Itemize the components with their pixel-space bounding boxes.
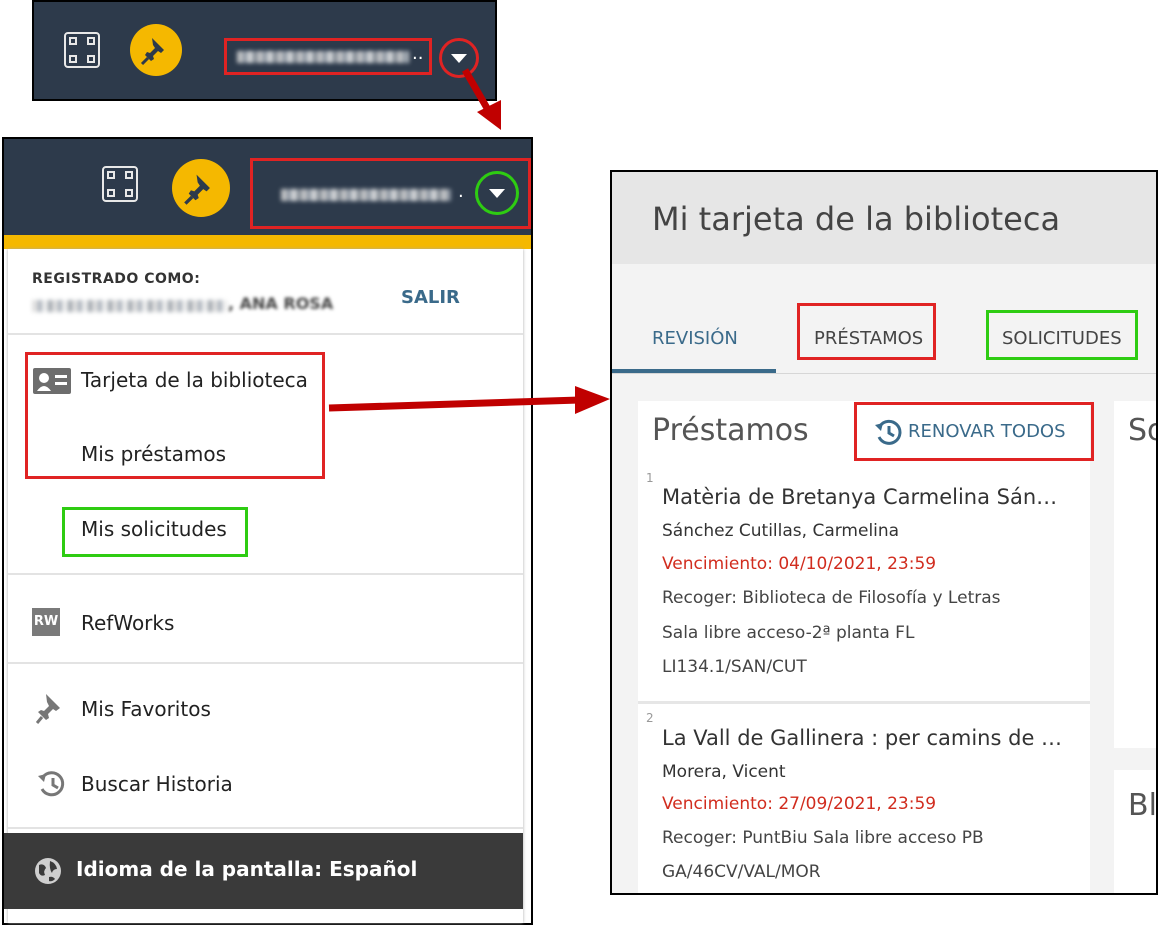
- collapsed-header: ..: [32, 0, 497, 101]
- loan-location: Sala libre acceso-2ª planta FL: [662, 623, 915, 643]
- expanded-header: .: [4, 139, 531, 235]
- loan-index: 1: [646, 471, 654, 485]
- tab-loans[interactable]: PRÉSTAMOS: [814, 328, 923, 349]
- loan-title[interactable]: La Vall de Gallinera : per camins de …: [662, 726, 1062, 750]
- arrow-to-card: [328, 386, 610, 414]
- loans-heading: Préstamos: [652, 413, 809, 448]
- loan-divider: [638, 701, 1090, 704]
- chevron-down-icon: [489, 189, 505, 198]
- divider: [8, 573, 523, 575]
- loan-due-date: Vencimiento: 27/09/2021, 23:59: [662, 794, 937, 814]
- pin-button[interactable]: [172, 159, 230, 217]
- tab-requests[interactable]: SOLICITUDES: [1002, 328, 1122, 349]
- library-card-panel: Mi tarjeta de la biblioteca REVISIÓN PRÉ…: [610, 170, 1158, 895]
- loan-callnumber: GA/46CV/VAL/MOR: [662, 862, 821, 882]
- user-name-blurred: [237, 51, 409, 63]
- loans-card: Préstamos RENOVAR TODOS 1 Matèria de Bre…: [638, 401, 1094, 893]
- accent-bar: [4, 235, 531, 249]
- menu-item-refworks[interactable]: RefWorks: [81, 611, 174, 635]
- dropdown-toggle[interactable]: [475, 171, 519, 215]
- loan-callnumber: LI134.1/SAN/CUT: [662, 657, 807, 677]
- logged-user-suffix: , ANA ROSA: [228, 294, 334, 313]
- card-title: Mi tarjeta de la biblioteca: [652, 200, 1061, 238]
- pin-icon: [184, 174, 210, 205]
- language-label: Idioma de la pantalla: Español: [76, 857, 418, 881]
- menu-item-favorites[interactable]: Mis Favoritos: [81, 697, 211, 721]
- user-name-box[interactable]: .: [250, 158, 531, 229]
- history-icon: [38, 771, 65, 797]
- side-heading-2: Bl: [1128, 788, 1157, 823]
- ellipsis: ..: [412, 43, 424, 64]
- menu-item-search-history[interactable]: Buscar Historia: [81, 772, 233, 796]
- user-name-box[interactable]: ..: [224, 38, 432, 75]
- logged-in-label: REGISTRADO COMO:: [32, 271, 201, 287]
- ellipsis: .: [458, 181, 464, 202]
- language-bar[interactable]: Idioma de la pantalla: Español: [4, 833, 523, 909]
- logout-button[interactable]: SALIR: [401, 287, 460, 308]
- loan-pickup: Recoger: Biblioteca de Filosofía y Letra…: [662, 588, 1001, 608]
- card-header: Mi tarjeta de la biblioteca: [612, 172, 1156, 264]
- loan-due-date: Vencimiento: 04/10/2021, 23:59: [662, 554, 937, 574]
- tab-overview[interactable]: REVISIÓN: [652, 328, 738, 349]
- divider: [8, 827, 523, 829]
- user-name-blurred: [281, 189, 451, 201]
- menu-body: REGISTRADO COMO: , ANA ROSA SALIR Tarjet…: [4, 249, 523, 923]
- id-card-icon: [33, 368, 71, 394]
- loan-author: Sánchez Cutillas, Carmelina: [662, 521, 900, 541]
- pin-button[interactable]: [130, 24, 182, 76]
- loan-title[interactable]: Matèria de Bretanya Carmelina Sán…: [662, 485, 1057, 509]
- refworks-icon: RW: [32, 608, 60, 636]
- qr-code-icon[interactable]: [102, 166, 138, 202]
- loan-index: 2: [646, 711, 654, 725]
- qr-code-icon[interactable]: [64, 32, 100, 68]
- renew-all-button[interactable]: RENOVAR TODOS: [908, 421, 1066, 442]
- logged-user-blurred: [32, 300, 228, 312]
- menu-item-my-requests[interactable]: Mis solicitudes: [81, 517, 227, 541]
- tab-divider: [612, 373, 1156, 374]
- side-heading-1: So: [1128, 413, 1156, 448]
- globe-icon: [35, 858, 61, 884]
- divider: [8, 662, 523, 664]
- side-card-2: Bl: [1114, 770, 1157, 893]
- loan-author: Morera, Vicent: [662, 762, 786, 782]
- divider: [8, 333, 523, 335]
- menu-item-library-card[interactable]: Tarjeta de la biblioteca: [81, 368, 308, 392]
- pin-icon: [140, 38, 164, 66]
- loan-pickup: Recoger: PuntBiu Sala libre acceso PB: [662, 828, 984, 848]
- side-card-1: So: [1114, 401, 1156, 748]
- menu-item-my-loans[interactable]: Mis préstamos: [81, 442, 226, 466]
- pin-icon: [36, 694, 60, 724]
- renew-icon: [875, 419, 902, 445]
- user-dropdown-panel: . REGISTRADO COMO: , ANA ROSA SALIR Tarj…: [2, 137, 533, 925]
